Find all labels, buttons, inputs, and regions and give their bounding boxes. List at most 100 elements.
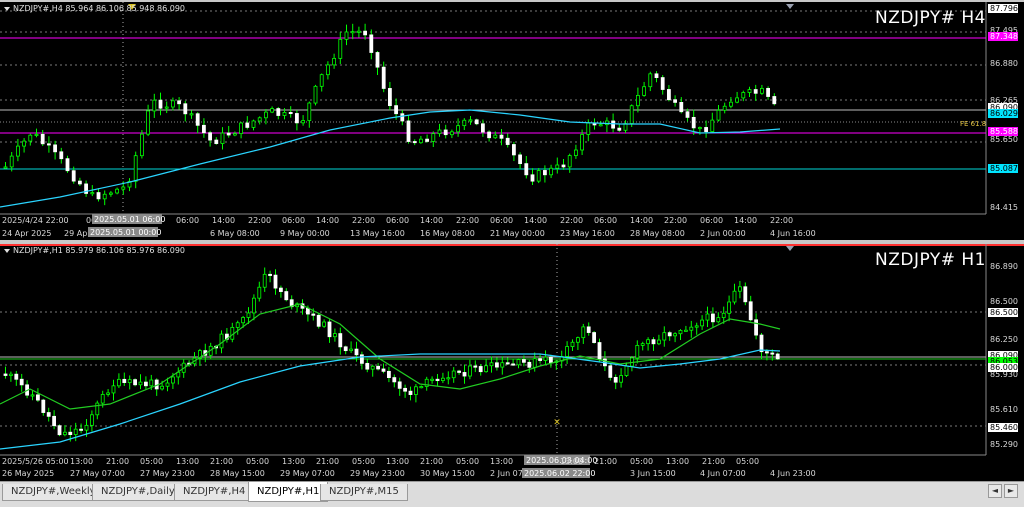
h4-candle [307,102,312,121]
h1-candle [349,348,354,352]
h1-candle [46,412,51,417]
h1-candle [392,377,397,383]
price-axis-label: 86.500 [990,297,1018,306]
time-axis-label: 06:00 [594,216,617,225]
h1-candle [8,373,13,376]
h1-candle [576,337,580,343]
h1-candle [446,377,451,380]
h4-candle [437,129,442,135]
h4-candle [499,134,504,139]
h1-candle [435,378,440,381]
price-box-label: 86.000 [990,363,1018,372]
h4-candle [9,155,14,168]
price-axis-label: 84.415 [990,203,1018,212]
h1-candle [311,313,316,316]
h4-candle [152,99,157,112]
h1-plot: 86.89086.50086.25085.93085.61085.29086.5… [0,244,1024,478]
h1-candle [359,354,364,364]
h4-candle [170,100,175,108]
h1-candle [127,379,132,383]
h4-candle [78,180,82,185]
time-axis-label: 06:00 [176,216,199,225]
h4-candle [580,134,584,151]
h1-candle [538,358,542,361]
tab-m15[interactable]: NZDJPY#,M15 [320,484,408,501]
price-box-label: 85.460 [990,423,1018,432]
h1-candle [592,332,596,343]
time-axis-label: 28 May 08:00 [630,229,685,238]
chart-h4[interactable]: NZDJPY#,H4 85.964 86.106 85.948 86.090 N… [0,2,1024,240]
h4-candle [214,139,219,144]
h4-candle [642,86,646,96]
h1-candle [95,402,100,416]
time-axis-label: 14:00 [212,216,235,225]
h4-candle [22,140,27,147]
scroll-right-icon[interactable]: ► [1004,484,1018,498]
h1-candle [721,312,726,319]
h1-candle [494,362,499,368]
time-axis-label: 05:00 [140,457,163,466]
h4-candle [387,88,392,107]
h1-candle [716,317,721,323]
h1-candle [143,381,148,387]
h1-candle [235,322,240,328]
h4-candle [698,127,702,130]
time-axis-label: 13:00 [70,457,93,466]
h4-candle [480,123,485,133]
h1-candle [613,377,618,383]
h4-candle [369,34,374,53]
h4-candle [47,143,51,146]
time-axis-label: 16 May 08:00 [420,229,475,238]
tab-h1[interactable]: NZDJPY#,H1 [248,482,329,502]
tab-daily[interactable]: NZDJPY#,Daily [92,484,184,501]
h1-candle [694,325,699,328]
time-axis-label: 4 Jun 23:00 [770,469,816,478]
chart-header: NZDJPY#,H1 85.979 86.106 85.976 86.090 [4,246,185,255]
h4-candle [729,101,733,107]
h1-candle [759,334,764,353]
scroll-marker-icon [786,4,794,9]
cursor-marker-icon: ✕ [553,418,561,428]
h1-candle [322,321,327,327]
h4-candle [356,30,361,33]
h1-candle [651,339,656,345]
scroll-left-icon[interactable]: ◄ [988,484,1002,498]
h4-candle [753,89,758,94]
h1-candle [354,348,359,356]
time-axis-label: 13:00 [176,457,199,466]
h4-candle [425,138,430,142]
h1-candle [19,378,24,386]
h1-candle [316,314,321,327]
h4-candle [648,73,653,88]
h4-candle [220,132,225,144]
time-axis-label: 21:00 [702,457,725,466]
h1-candle [52,415,56,427]
h4-candle [598,124,603,127]
h1-candle [549,356,553,363]
tab-weekly[interactable]: NZDJPY#,Weekly [2,484,105,501]
time-axis-label: 05:00 [352,457,375,466]
h1-candle [543,356,548,361]
price-box-label: 87.796 [990,4,1018,13]
price-axis-label: 85.290 [990,440,1018,449]
h1-candle [408,390,413,395]
chart-symbol-title: NZDJPY# H4 [875,8,986,28]
h4-candle [3,166,8,169]
time-axis-label: 24 Apr 2025 [2,229,51,238]
h4-candle [586,122,591,135]
h4-candle [319,74,324,87]
h4-candle [766,87,770,97]
h1-candle [673,333,677,337]
h4-candle [468,119,473,122]
tab-h4[interactable]: NZDJPY#,H4 [174,484,255,501]
time-axis-label: 13:00 [282,457,305,466]
h4-candle [555,164,560,169]
h4-candle [301,120,306,124]
h1-candle [489,362,494,367]
chart-h1[interactable]: NZDJPY#,H1 85.979 86.106 85.976 86.090 N… [0,244,1024,481]
h1-candle [149,379,154,387]
h1-candle [732,290,737,303]
h4-candle [375,52,380,68]
h4-candle [282,112,287,116]
h1-candle [370,365,375,370]
